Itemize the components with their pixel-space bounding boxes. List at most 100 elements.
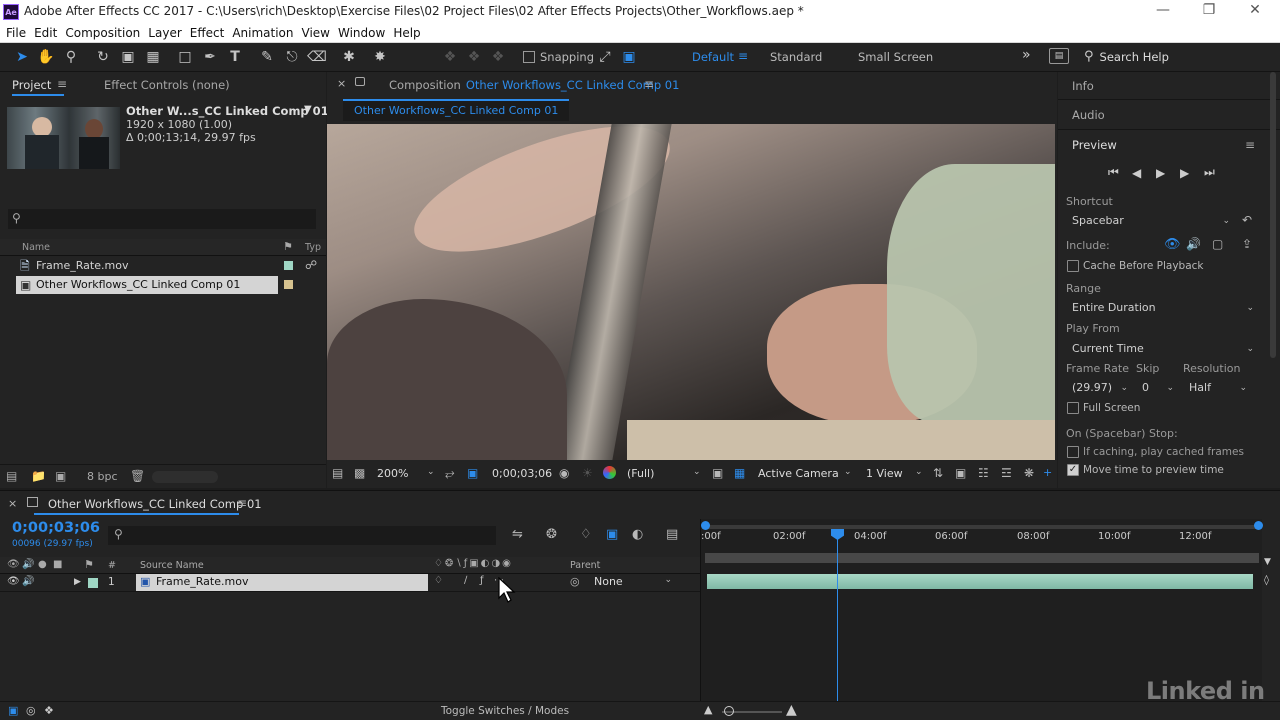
transparency-grid-icon[interactable]: ▦ [734, 466, 745, 480]
layer-duration-bar[interactable] [707, 574, 1253, 589]
column-type[interactable]: Typ [305, 242, 321, 253]
info-panel-tab[interactable]: Info [1058, 72, 1280, 100]
menu-effect[interactable]: Effect [190, 24, 225, 42]
workspace-small-screen[interactable]: Small Screen [858, 50, 933, 64]
snapping-checkbox[interactable] [523, 51, 535, 63]
zoom-in-icon[interactable]: ▲ [786, 702, 797, 718]
menu-view[interactable]: View [302, 24, 330, 42]
fast-preview-icon[interactable]: ▣ [712, 466, 723, 480]
if-caching-checkbox[interactable] [1067, 446, 1079, 458]
label-column-icon[interactable]: ⚑ [283, 240, 293, 253]
roto-brush-tool-icon[interactable]: ✱ [339, 48, 359, 66]
time-ruler[interactable]: :00f 02:00f 04:00f 06:00f 08:00f 10:00f … [701, 531, 1263, 549]
project-menu-icon[interactable]: ≡ [57, 77, 67, 91]
right-panel-scrollbar[interactable] [1270, 72, 1276, 358]
layer-audio-toggle-icon[interactable]: 🔊 [22, 576, 34, 587]
frame-rate-dropdown[interactable]: (29.97) ⌄ [1072, 379, 1128, 397]
thumbnail-slider[interactable] [152, 471, 218, 483]
resolution-dropdown[interactable]: Half ⌄ [1189, 379, 1247, 397]
channel-icon[interactable] [603, 466, 616, 479]
item-label-color[interactable] [284, 261, 293, 270]
toggle-switches-modes-button[interactable]: Toggle Switches / Modes [441, 705, 569, 717]
region-of-interest-icon[interactable]: ▣ [467, 466, 478, 480]
lock-icon[interactable] [355, 77, 365, 86]
work-area-start-handle[interactable] [701, 521, 710, 530]
frame-blending-icon[interactable]: ▣ [606, 527, 618, 542]
resolution-chevron-icon[interactable]: ⌄ [693, 467, 701, 477]
work-area-end-handle[interactable] [1254, 521, 1263, 530]
timeline-menu-icon[interactable]: ≡ [237, 496, 247, 510]
zoom-out-icon[interactable]: ▲ [704, 703, 712, 716]
next-frame-icon[interactable]: ▶ [1180, 166, 1204, 180]
transfer-controls-pane-icon[interactable]: ◎ [26, 704, 36, 717]
audio-panel-tab[interactable]: Audio [1058, 101, 1280, 130]
shy-switch-icon[interactable]: ♢ [434, 575, 443, 586]
workspace-editor-icon[interactable]: ▤ [1049, 48, 1069, 64]
preview-label[interactable]: Preview [1072, 138, 1117, 152]
minimize-icon[interactable]: — [1140, 2, 1186, 18]
project-item-linked-comp[interactable]: ▣ Other Workflows_CC Linked Comp 01 [16, 276, 278, 294]
comp-menu-icon[interactable]: ≡ [644, 77, 654, 91]
always-preview-icon[interactable]: ▤ [332, 466, 343, 480]
close-timeline-tab-icon[interactable]: × [8, 497, 17, 510]
hand-tool-icon[interactable]: ✋ [36, 48, 56, 66]
parent-pick-whip-icon[interactable]: ◎ [570, 575, 580, 588]
search-help[interactable]: ⚲ Search Help [1084, 49, 1169, 64]
tab-composition[interactable]: Composition Other Workflows_CC Linked Co… [389, 78, 679, 92]
work-area-bar[interactable] [703, 525, 1259, 529]
shy-layers-icon[interactable]: ♢ [580, 527, 592, 542]
resolution-dropdown[interactable]: (Full) [627, 467, 654, 480]
column-parent[interactable]: Parent [570, 560, 600, 571]
rotation-tool-icon[interactable]: ↻ [93, 48, 113, 66]
tab-effect-controls[interactable]: Effect Controls (none) [104, 78, 230, 92]
layer-row[interactable]: 👁 🔊 ▶ 1 ▣ Frame_Rate.mov ♢ ∕ ƒ ⋯ ◎ None … [0, 574, 700, 592]
draft-3d-icon[interactable]: ❂ [546, 527, 557, 542]
snap-features-icon[interactable]: ▣ [619, 48, 639, 66]
close-comp-tab-icon[interactable]: × [337, 77, 346, 90]
monitor-icon[interactable]: ▩ [354, 466, 365, 480]
snap-edges-icon[interactable]: ⤢ [595, 48, 615, 66]
rectangle-tool-icon[interactable]: □ [175, 48, 195, 66]
menu-edit[interactable]: Edit [34, 24, 57, 42]
zoom-chevron-icon[interactable]: ⌄ [427, 467, 435, 477]
reset-exposure-icon[interactable]: ▣ [955, 466, 966, 480]
project-search-input[interactable]: ⚲ [8, 209, 316, 229]
column-source-name[interactable]: Source Name [140, 560, 204, 571]
puppet-pin-tool-icon[interactable]: ✸ [370, 48, 390, 66]
motion-blur-icon[interactable]: ◐ [632, 527, 643, 542]
timeline-tab-name[interactable]: Other Workflows_CC Linked Comp 01 [48, 497, 262, 511]
camera-tool-icon[interactable]: ▣ [118, 48, 138, 66]
timeline-icon[interactable]: ☲ [1001, 466, 1012, 480]
time-navigator-bar[interactable] [705, 553, 1259, 563]
menu-layer[interactable]: Layer [148, 24, 181, 42]
eraser-tool-icon[interactable]: ⌫ [307, 48, 327, 66]
color-depth-button[interactable]: 8 bpc [87, 470, 118, 483]
toggle-pixel-aspect-icon[interactable]: ⇅ [933, 466, 943, 480]
pan-behind-tool-icon[interactable]: ▦ [143, 48, 163, 66]
type-tool-icon[interactable]: T [225, 48, 245, 66]
camera-view-dropdown[interactable]: Active Camera [758, 467, 839, 480]
flowchart-icon[interactable]: ☷ [978, 466, 989, 480]
restore-icon[interactable]: ❐ [1186, 2, 1232, 18]
magnification-dropdown[interactable]: 200% [377, 467, 408, 480]
exposure-icon[interactable]: ❋ [1024, 466, 1034, 480]
timeline-vertical-scroll[interactable]: ▼ ◊ [1262, 551, 1276, 687]
workspace-default[interactable]: Default [692, 50, 734, 64]
layer-video-toggle-icon[interactable]: 👁 [7, 576, 20, 587]
snapshot-icon[interactable]: ◉ [559, 466, 569, 480]
tab-project[interactable]: Project [12, 78, 51, 92]
in-out-pane-icon[interactable]: ❖ [44, 704, 54, 717]
graph-editor-icon[interactable]: ▤ [666, 527, 678, 542]
more-workspaces-icon[interactable]: » [1022, 47, 1031, 63]
menu-file[interactable]: File [6, 24, 26, 42]
close-icon[interactable]: ✕ [1232, 2, 1278, 18]
include-layer-controls-icon[interactable]: ⇪ [1242, 237, 1252, 251]
preview-menu-icon[interactable]: ≡ [1245, 138, 1255, 152]
comp-mini-flowchart-icon[interactable]: ⇋ [512, 527, 523, 542]
menu-composition[interactable]: Composition [65, 24, 140, 42]
timeline-search-input[interactable]: ⚲ [108, 526, 496, 545]
workspace-standard[interactable]: Standard [770, 50, 822, 64]
pen-tool-icon[interactable]: ✒ [200, 48, 220, 66]
item-label-color[interactable] [284, 280, 293, 289]
selected-item-dropdown-icon[interactable]: ▼ [304, 104, 312, 115]
